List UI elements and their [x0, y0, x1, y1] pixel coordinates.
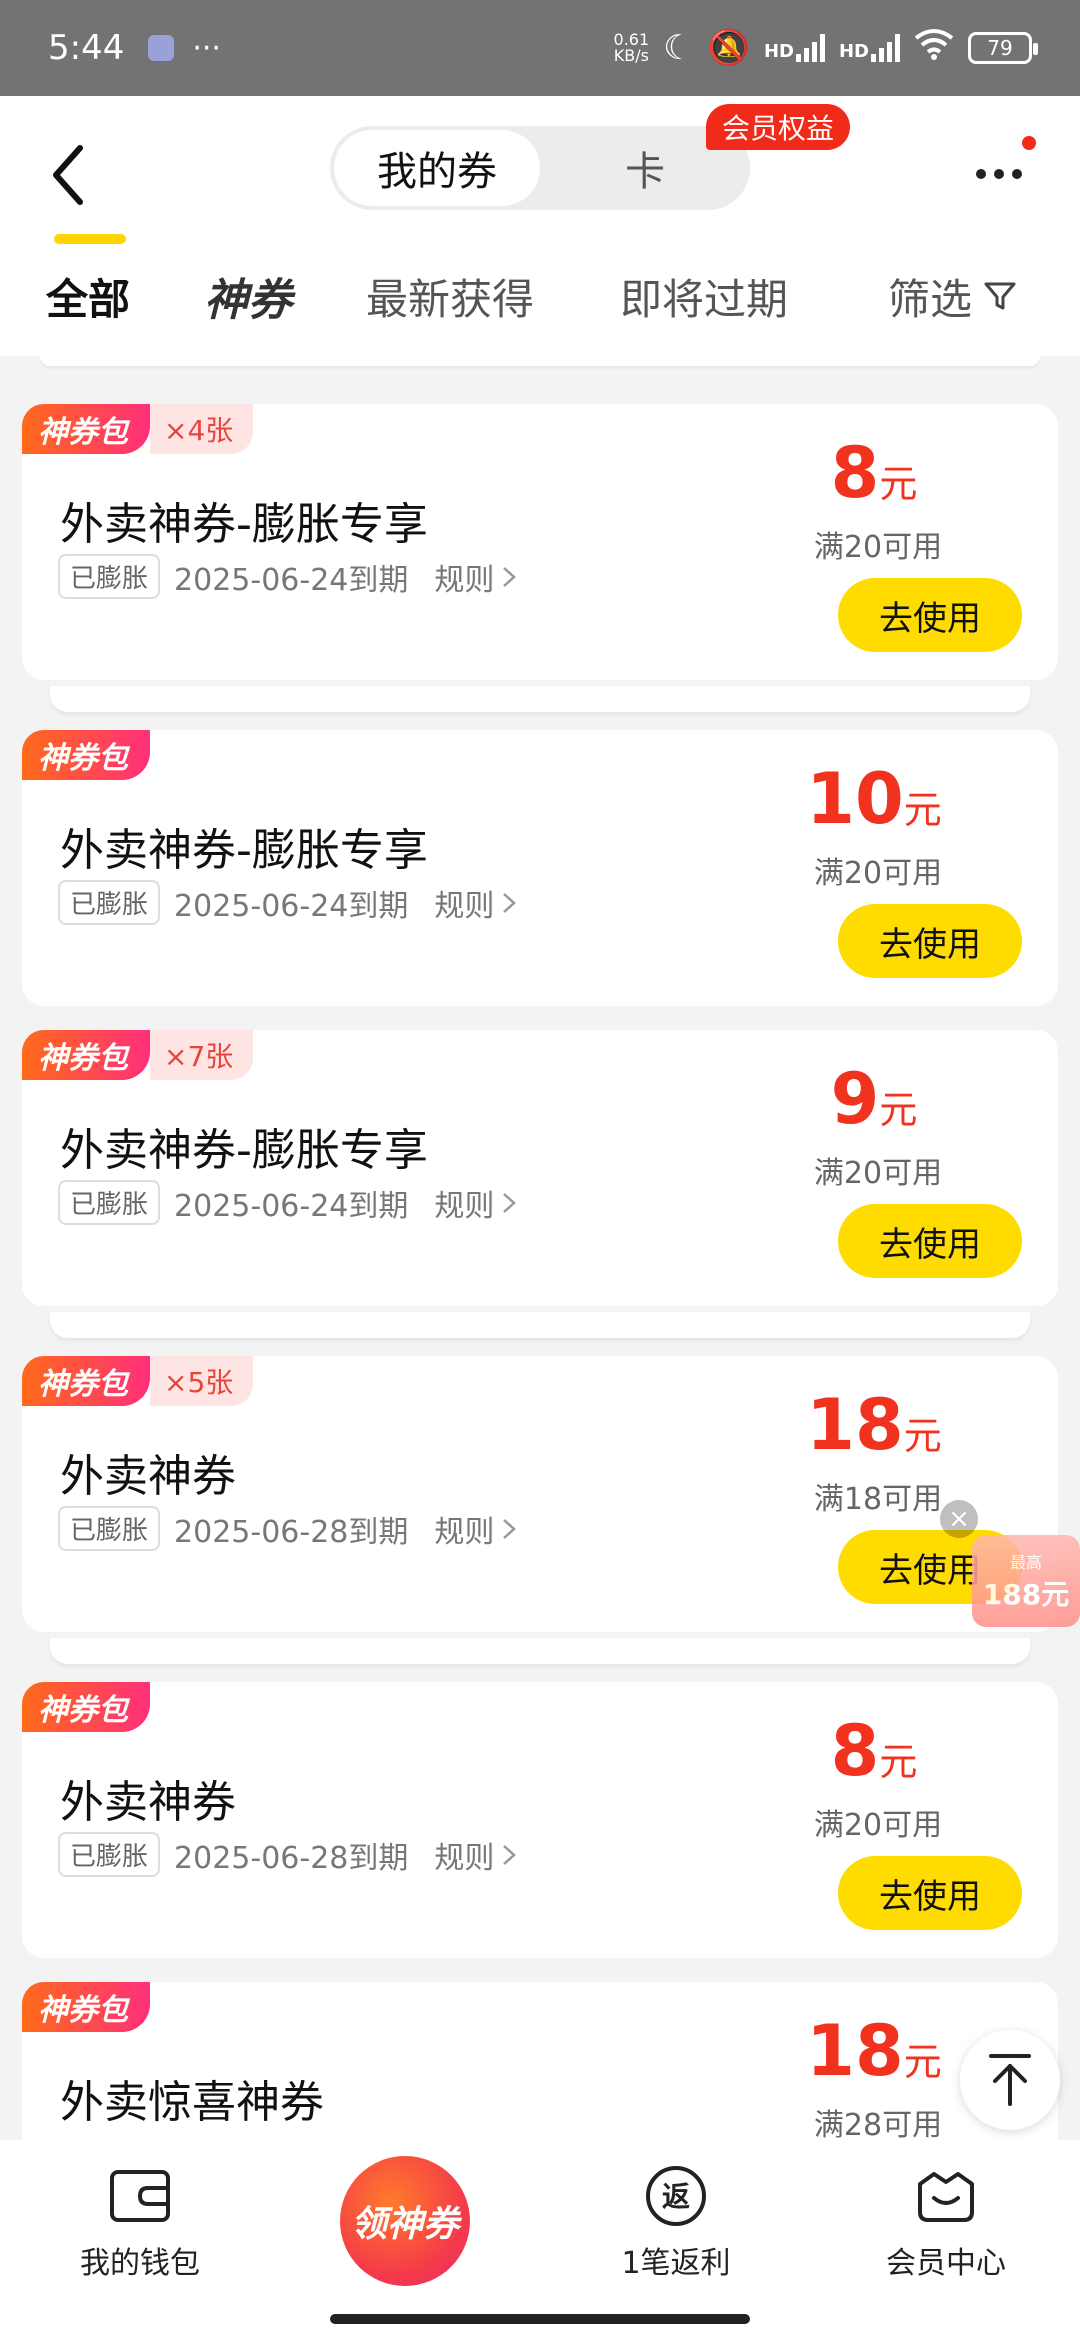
app-lock-icon [148, 35, 175, 61]
coupon-title: 外卖神券 [60, 1451, 236, 1502]
coupon-threshold: 满20可用 [813, 1156, 943, 1191]
expiry-date: 2025-06-28到期 [174, 1514, 409, 1550]
coupon-amount: 9元 [830, 1058, 918, 1140]
moon-icon: ☾ [663, 28, 694, 68]
expiry-date: 2025-06-28到期 [174, 1840, 409, 1876]
status-time: 5:44 [48, 28, 125, 68]
coupon-amount: 10元 [806, 758, 942, 840]
expanded-tag: 已膨胀 [58, 1506, 161, 1551]
chevron-right-icon [503, 566, 517, 587]
rules-link[interactable]: 规则 [434, 881, 520, 925]
tab-expiring[interactable]: 即将过期 [620, 256, 788, 336]
coupon-card[interactable]: 神券包 ×4张 外卖神券-膨胀专享 已膨胀 2025-06-24到期 规则 8元… [22, 404, 1058, 680]
coupon-amount: 18元 [806, 1384, 942, 1466]
use-coupon-button[interactable]: 去使用 [838, 904, 1022, 978]
signal-icon-2: HD [839, 34, 900, 62]
coupon-title: 外卖神券-膨胀专享 [60, 499, 428, 550]
segment-control: 我的券 卡 [330, 126, 750, 210]
header: 我的券 卡 会员权益 全部 神券 最新获得 即将过期 筛选 [0, 96, 1080, 356]
coupon-title: 外卖惊喜神券 [60, 2077, 324, 2128]
tab-super-coupon[interactable]: 神券 [204, 256, 292, 336]
nav-member-center[interactable]: 会员中心 [836, 2164, 1056, 2282]
coupon-count: ×5张 [150, 1356, 254, 1406]
coupon-list[interactable]: 神券包 ×4张 外卖神券-膨胀专享 已膨胀 2025-06-24到期 规则 8元… [0, 356, 1080, 2140]
coupon-threshold: 满20可用 [813, 530, 943, 565]
coupon-card[interactable]: 神券包 外卖惊喜神券 18元 满28可用 [22, 1982, 1058, 2140]
filter-funnel-icon [984, 282, 1016, 310]
previous-card-edge [40, 356, 1040, 366]
tab-underline [54, 234, 126, 244]
tab-filter[interactable]: 筛选 [888, 256, 1018, 336]
segment-my-coupons[interactable]: 我的券 [334, 130, 540, 206]
coupon-card[interactable]: 神券包 ×7张 外卖神券-膨胀专享 已膨胀 2025-06-24到期 规则 9元… [22, 1030, 1058, 1306]
mute-bell-icon: 🔕 [707, 28, 750, 68]
coupon-threshold: 满28可用 [813, 2108, 943, 2140]
coupon-threshold: 满20可用 [813, 1808, 943, 1843]
coupon-amount: 18元 [806, 2010, 942, 2092]
vip-benefits-badge[interactable]: 会员权益 [706, 104, 851, 150]
battery-icon: 79 [968, 32, 1038, 64]
expanded-tag: 已膨胀 [58, 880, 161, 925]
coupon-pack-tag: 神券包 [22, 1982, 150, 2032]
rebate-icon: 返 [644, 2164, 708, 2228]
expiry-date: 2025-06-24到期 [174, 1188, 409, 1224]
crown-basket-icon [914, 2164, 978, 2228]
expiry-date: 2025-06-24到期 [174, 888, 409, 924]
nav-wallet[interactable]: 我的钱包 [30, 2164, 250, 2282]
notification-dot [1022, 136, 1036, 150]
use-coupon-button[interactable]: 去使用 [838, 578, 1022, 652]
use-coupon-button[interactable]: 去使用 [838, 1856, 1022, 1930]
coupon-pack-tag: 神券包 [22, 404, 150, 454]
coupon-card[interactable]: 神券包 ×5张 外卖神券 已膨胀 2025-06-28到期 规则 18元 满18… [22, 1356, 1058, 1632]
coupon-title: 外卖神券-膨胀专享 [60, 1125, 428, 1176]
svg-text:返: 返 [662, 2180, 690, 2213]
close-promo-icon[interactable]: × [940, 1500, 978, 1538]
coupon-card[interactable]: 神券包 外卖神券-膨胀专享 已膨胀 2025-06-24到期 规则 10元 满2… [22, 730, 1058, 1006]
coupon-pack-tag: 神券包 [22, 730, 150, 780]
back-button[interactable] [44, 140, 94, 210]
arrow-up-icon [989, 2054, 1031, 2106]
net-speed: 0.61 KB/s [613, 30, 650, 65]
chevron-right-icon [503, 892, 517, 913]
bottom-nav: 我的钱包 领神券 返 1笔返利 会员中心 [0, 2140, 1080, 2340]
coupon-pack-tag: 神券包 [22, 1356, 150, 1406]
signal-icon: HD [764, 34, 825, 62]
filter-tabs: 全部 神券 最新获得 即将过期 筛选 [0, 256, 1080, 356]
more-notifications-icon: ··· [192, 30, 221, 66]
coupon-card[interactable]: 神券包 外卖神券 已膨胀 2025-06-28到期 规则 8元 满20可用 去使… [22, 1682, 1058, 1958]
rules-link[interactable]: 规则 [434, 555, 520, 599]
nav-rebate[interactable]: 返 1笔返利 [566, 2164, 786, 2282]
more-menu-icon[interactable] [976, 162, 1032, 186]
coupon-count: ×4张 [150, 404, 254, 454]
get-super-coupon-button[interactable]: 领神券 [340, 2156, 470, 2286]
expanded-tag: 已膨胀 [58, 1832, 161, 1877]
wallet-icon [108, 2164, 172, 2228]
floating-promo[interactable]: 最高 188元 [950, 1535, 1080, 1645]
expanded-tag: 已膨胀 [58, 554, 161, 599]
coupon-title: 外卖神券 [60, 1777, 236, 1828]
coupon-title: 外卖神券-膨胀专享 [60, 825, 428, 876]
rules-link[interactable]: 规则 [434, 1181, 520, 1225]
status-bar: 5:44 ··· 0.61 KB/s ☾ 🔕 HD HD 79 [0, 0, 1080, 96]
rules-link[interactable]: 规则 [434, 1507, 520, 1551]
coupon-amount: 8元 [830, 432, 918, 514]
tab-all[interactable]: 全部 [46, 256, 130, 336]
back-to-top-button[interactable] [960, 2030, 1060, 2130]
home-indicator [330, 2314, 750, 2324]
expanded-tag: 已膨胀 [58, 1180, 161, 1225]
chevron-right-icon [503, 1518, 517, 1539]
coupon-pack-tag: 神券包 [22, 1030, 150, 1080]
coupon-amount: 8元 [830, 1710, 918, 1792]
coupon-threshold: 满20可用 [813, 856, 943, 891]
coupon-count: ×7张 [150, 1030, 254, 1080]
rules-link[interactable]: 规则 [434, 1833, 520, 1877]
tab-latest[interactable]: 最新获得 [366, 256, 534, 336]
coupon-pack-tag: 神券包 [22, 1682, 150, 1732]
chevron-right-icon [503, 1192, 517, 1213]
wifi-icon [914, 28, 954, 69]
chevron-right-icon [503, 1844, 517, 1865]
use-coupon-button[interactable]: 去使用 [838, 1204, 1022, 1278]
back-arrow-icon [53, 145, 83, 205]
expiry-date: 2025-06-24到期 [174, 562, 409, 598]
